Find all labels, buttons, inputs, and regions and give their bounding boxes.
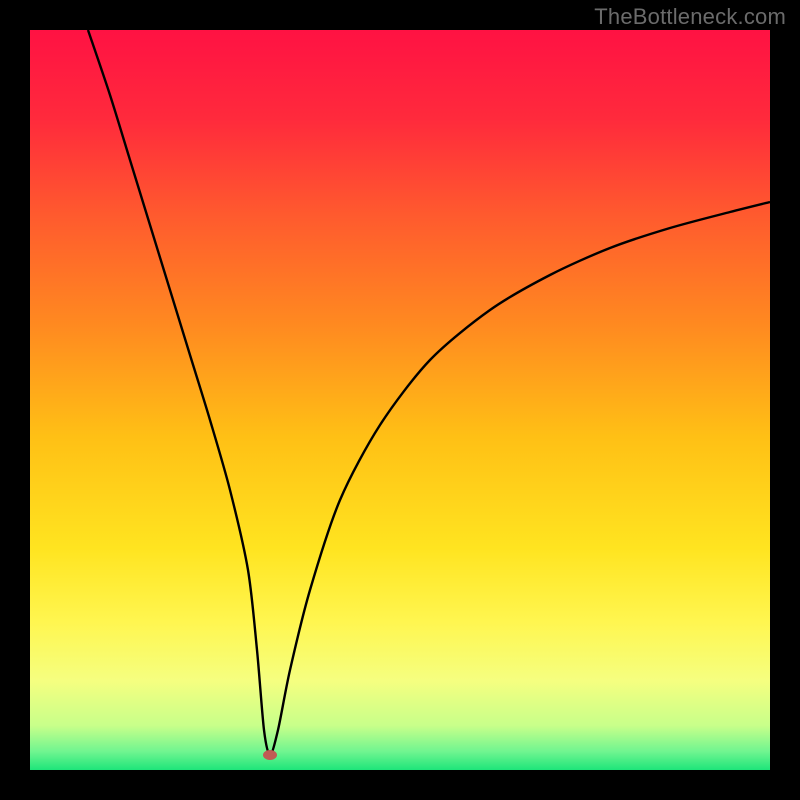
- watermark-text: TheBottleneck.com: [594, 4, 786, 30]
- gradient-background: [30, 30, 770, 770]
- minimum-marker: [263, 750, 277, 760]
- plot-svg: [30, 30, 770, 770]
- chart-frame: TheBottleneck.com: [0, 0, 800, 800]
- plot-area: [30, 30, 770, 770]
